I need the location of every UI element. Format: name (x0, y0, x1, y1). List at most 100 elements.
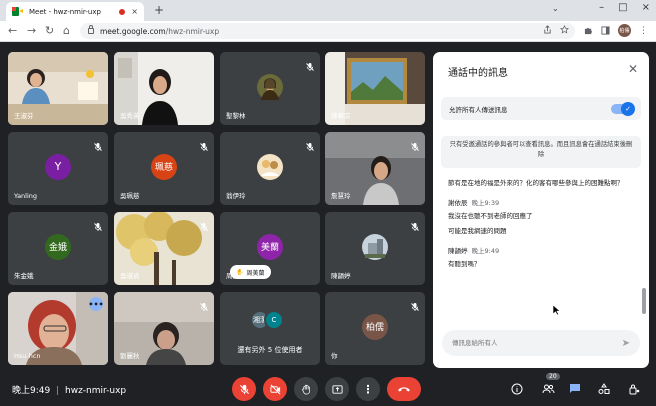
participant-tile[interactable]: 陳華宗 (325, 52, 425, 125)
mic-toggle-button[interactable] (232, 377, 256, 401)
tab-search-icon[interactable]: ⌄ (552, 4, 559, 13)
mic-off-icon (199, 217, 209, 231)
camera-toggle-button[interactable] (263, 377, 287, 401)
participant-name: 詹慧玲 (331, 192, 351, 200)
participant-tile[interactable]: 美蘭 ✋ 周美蘭 周美蘭 (220, 212, 320, 285)
chat-button[interactable] (567, 381, 583, 397)
participant-tile[interactable]: Y Yanling (8, 132, 108, 205)
hang-up-icon (398, 387, 410, 392)
message-header: 謝依辰 晚上9:39 (448, 197, 638, 207)
mic-off-icon (305, 137, 315, 151)
participant-tile[interactable]: 翁伊玲 (220, 132, 320, 205)
participant-tile[interactable]: 詹慧玲 (325, 132, 425, 205)
chat-notice: 只有受邀通話的參與者可以查看訊息。而且訊息會在通話結束後刪除 (441, 136, 641, 168)
chat-title: 通話中的訊息 (448, 68, 508, 79)
participant-tile[interactable]: ••• Hsu-hcn (8, 292, 108, 365)
participant-avatar: 柏儒 (362, 313, 388, 340)
browser-tab[interactable]: Meet - hwz-nmir-uxp × (6, 2, 144, 21)
participant-name: 聖黎林 (226, 112, 246, 120)
chat-input[interactable] (452, 339, 622, 347)
menu-kebab-icon[interactable]: ⋮ (639, 26, 648, 36)
participant-avatar: 美蘭 (257, 233, 283, 260)
message-time: 晚上9:39 (471, 199, 500, 207)
participant-tile[interactable]: 金娥 朱金娥 (8, 212, 108, 285)
extensions-puzzle-icon[interactable] (584, 26, 593, 35)
more-options-icon[interactable]: ••• (88, 297, 104, 311)
maximize-button[interactable]: □ (618, 2, 627, 13)
participant-avatar (257, 153, 283, 180)
message-sender: 謝依辰 (448, 199, 468, 207)
side-panel-icon[interactable] (601, 26, 610, 35)
chat-scrollbar[interactable] (642, 288, 646, 314)
allow-messages-row: 允許所有人傳送訊息 ✓ (441, 97, 641, 120)
meet-logo-icon (12, 7, 23, 16)
leave-call-button[interactable] (387, 377, 421, 401)
tab-close-icon[interactable]: × (131, 7, 138, 16)
participant-tile[interactable]: 王淑芬 (8, 52, 108, 125)
recording-icon (119, 8, 126, 15)
browser-tabbar: Meet - hwz-nmir-uxp × + ⌄ – □ × (0, 0, 656, 21)
chat-icon (570, 384, 580, 393)
check-icon: ✓ (621, 101, 635, 116)
camera-off-icon (269, 384, 280, 394)
mic-off-icon (199, 297, 209, 311)
people-icon (542, 384, 554, 394)
participant-avatar: 珮慈 (151, 153, 177, 180)
bookmark-star-icon[interactable] (560, 25, 569, 34)
minimize-button[interactable]: – (599, 2, 604, 13)
message-time: 晚上9:49 (471, 247, 500, 255)
browser-toolbar: ← → ↻ ⌂ meet.google.com/hwz-nmir-uxp 柏儒 … (0, 21, 656, 42)
clock-time: 晚上9:49 (12, 386, 51, 396)
mic-off-icon (93, 137, 103, 151)
profile-avatar[interactable]: 柏儒 (618, 24, 631, 37)
chat-input-box[interactable]: ➤ (442, 330, 640, 356)
close-window-button[interactable]: × (642, 2, 650, 13)
others-label: 還有另外 5 位使用者 (237, 346, 303, 354)
chat-panel: 通話中的訊息 ✕ 允許所有人傳送訊息 ✓ 只有受邀通話的參與者可以查看訊息。而且… (433, 52, 649, 368)
participant-tile[interactable]: 吳秀英 (114, 52, 214, 125)
participant-tile[interactable]: 陳韻婷 (325, 212, 425, 285)
raise-hand-button[interactable] (294, 377, 318, 401)
meeting-details-button[interactable] (509, 381, 525, 397)
participant-tile[interactable]: 聖黎林 (220, 52, 320, 125)
participant-name: 劉麗秋 (120, 352, 140, 360)
participant-tile[interactable]: 吳淑貞 (114, 212, 214, 285)
info-icon (511, 383, 523, 395)
forward-button[interactable]: → (27, 24, 36, 37)
mic-off-icon (93, 217, 103, 231)
meeting-code: hwz-nmir-uxp (65, 386, 127, 396)
new-tab-button[interactable]: + (154, 3, 164, 17)
participant-avatar (257, 73, 283, 100)
address-bar[interactable]: meet.google.com/hwz-nmir-uxp (80, 23, 575, 39)
participant-avatar (362, 233, 388, 260)
more-options-button[interactable]: ⋮ (356, 377, 380, 401)
activities-button[interactable] (596, 381, 612, 397)
back-button[interactable]: ← (8, 24, 17, 37)
chat-close-icon[interactable]: ✕ (628, 62, 638, 76)
raised-hand-name: 周美蘭 (246, 269, 265, 277)
participant-tile[interactable]: 珮慈 吳珮慈 (114, 132, 214, 205)
allow-messages-label: 允許所有人傳送訊息 (449, 105, 508, 114)
lock-icon[interactable] (88, 25, 94, 34)
reload-button[interactable]: ↻ (45, 24, 54, 37)
message-text: 我沒在也聽不到老師的回應了 (448, 212, 533, 220)
send-icon[interactable]: ➤ (622, 338, 630, 349)
participant-name: Hsu-hcn (14, 352, 41, 360)
present-screen-button[interactable] (325, 377, 349, 401)
mouse-cursor-icon (553, 305, 561, 316)
video-grid: 王淑芬 吳秀英聖黎林 陳華宗 Y Yanling 珮慈 吳珮慈 翁伊玲詹慧玲金娥 朱金娥吳淑貞 美… (0, 43, 432, 368)
participant-avatar: Y (45, 153, 71, 180)
home-button[interactable]: ⌂ (63, 24, 70, 37)
participant-name: 周美蘭 (226, 272, 246, 280)
mic-off-icon (410, 217, 420, 231)
host-controls-button[interactable] (626, 381, 642, 397)
allow-messages-toggle[interactable]: ✓ (611, 101, 635, 116)
people-button[interactable]: 20 (540, 373, 560, 397)
participant-name: 吳淑貞 (120, 272, 140, 280)
participant-tile[interactable]: 湘潔 C 還有另外 5 位使用者 (220, 292, 320, 365)
message-header: 陳韻婷 晚上9:49 (448, 245, 638, 255)
participant-tile[interactable]: 劉麗秋 (114, 292, 214, 365)
participant-tile[interactable]: 柏儒你 (325, 292, 425, 365)
message-text: 節有是在地的福是外來的？化的客有哪些參與上的困難點啊？ (448, 179, 624, 187)
share-icon[interactable] (543, 25, 552, 34)
